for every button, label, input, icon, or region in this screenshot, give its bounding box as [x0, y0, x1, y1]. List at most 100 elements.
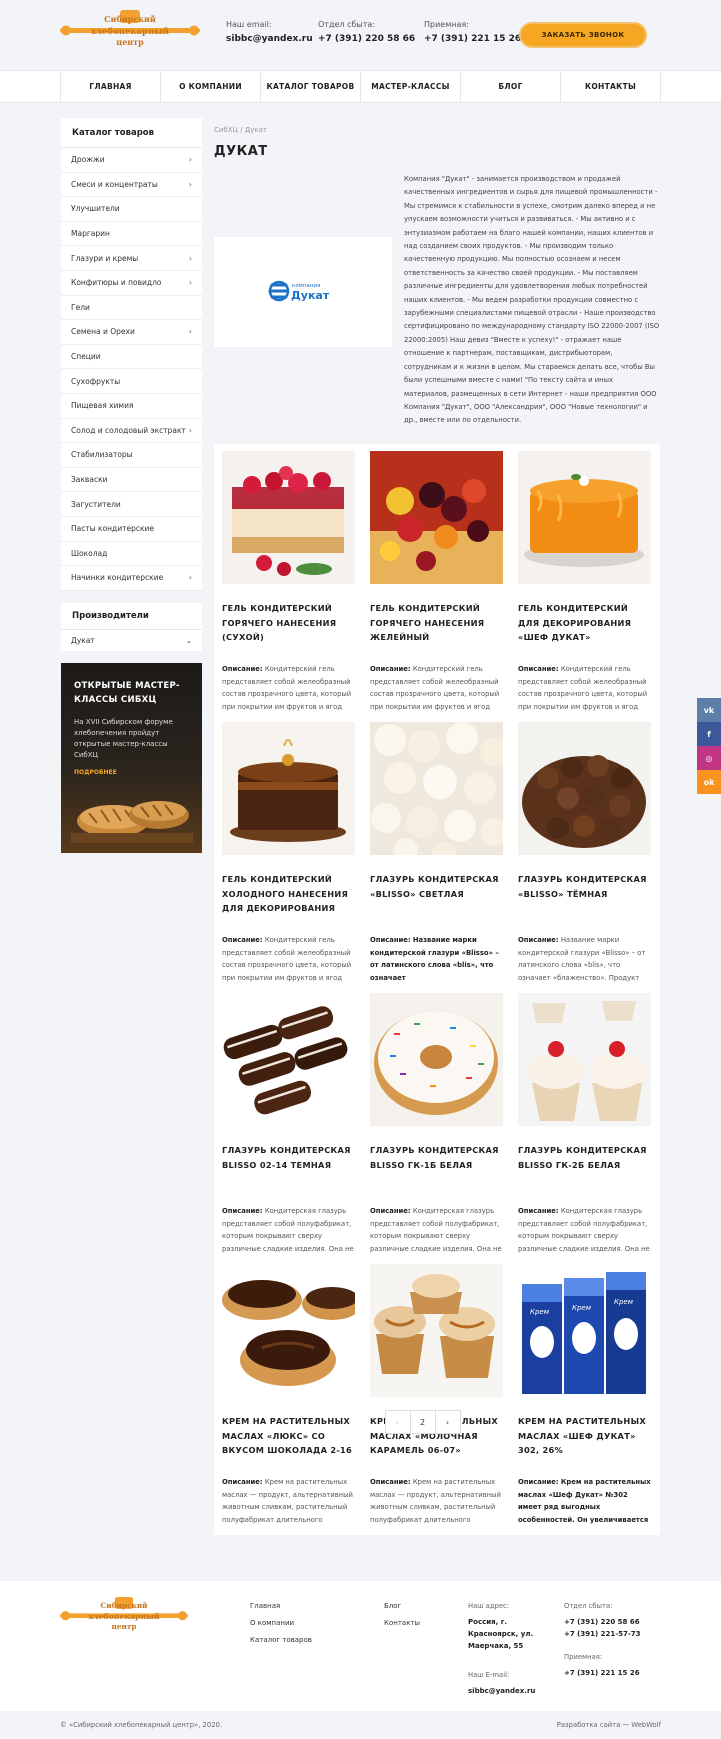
- reception-phone[interactable]: +7 (391) 221 15 26: [424, 34, 521, 44]
- chevron-right-icon: ›: [188, 179, 192, 189]
- footer-link-catalog[interactable]: Каталог товаров: [250, 1636, 312, 1644]
- product-title[interactable]: ГЛАЗУРЬ КОНДИТЕРСКАЯ «BLISSO» СВЕТЛАЯ: [370, 872, 503, 928]
- brand-about: компания Дукат Компания "Дукат" - занима…: [214, 167, 660, 462]
- catalog-item[interactable]: Шоколад: [61, 542, 202, 567]
- master-class-banner[interactable]: ОТКРЫТЫЕ МАСТЕР-КЛАССЫ СИБХЦ На XVII Сиб…: [61, 662, 202, 853]
- product-image[interactable]: [222, 993, 355, 1126]
- product-title[interactable]: ГЛАЗУРЬ КОНДИТЕРСКАЯ «BLISSO» ТЁМНАЯ: [518, 872, 651, 928]
- odnoklassniki-icon[interactable]: ok: [697, 770, 721, 794]
- catalog-item-label: Пасты кондитерские: [71, 524, 155, 534]
- catalog-item[interactable]: Пасты кондитерские: [61, 517, 202, 542]
- chevron-right-icon: ›: [188, 327, 192, 337]
- catalog-item-label: Конфитюры и повидло: [71, 278, 162, 288]
- product-image[interactable]: [518, 993, 651, 1126]
- instagram-icon[interactable]: ◎: [697, 746, 721, 770]
- breadcrumb[interactable]: СибХЦ / Дукат: [214, 126, 660, 134]
- catalog-item[interactable]: Маргарин: [61, 222, 202, 247]
- nav-about[interactable]: О КОМПАНИИ: [161, 71, 261, 102]
- footer-logo[interactable]: Сибирский хлебопекарный центр: [60, 1597, 188, 1639]
- product-image[interactable]: [370, 451, 503, 584]
- description-label: Описание:: [370, 1478, 411, 1486]
- catalog-item[interactable]: Конфитюры и повидло ›: [61, 271, 202, 296]
- product-title[interactable]: ГЕЛЬ КОНДИТЕРСКИЙ ГОРЯЧЕГО НАНЕСЕНИЯ (СУ…: [222, 601, 355, 657]
- next-page-button[interactable]: ›: [434, 1410, 461, 1434]
- product-title[interactable]: ГЕЛЬ КОНДИТЕРСКИЙ ДЛЯ ДЕКОРИРОВАНИЯ «ШЕФ…: [518, 601, 651, 657]
- catalog-item[interactable]: Семена и Орехи ›: [61, 320, 202, 345]
- product-image[interactable]: Крем Крем Крем: [518, 1264, 651, 1397]
- catalog-item[interactable]: Загустители: [61, 492, 202, 517]
- footer-link-contacts[interactable]: Контакты: [384, 1619, 420, 1627]
- catalog-item[interactable]: Солод и солодовый экстракт ›: [61, 419, 202, 444]
- page: Сибирский хлебопекарный центр Наш email:…: [0, 0, 721, 1739]
- footer-link-home[interactable]: Главная: [250, 1602, 312, 1610]
- product-card[interactable]: ГЕЛЬ КОНДИТЕРСКИЙ ГОРЯЧЕГО НАНЕСЕНИЯ ЖЕЛ…: [370, 451, 503, 722]
- sales-phone[interactable]: +7 (391) 220 58 66: [318, 34, 415, 44]
- catalog-item[interactable]: Специи: [61, 345, 202, 370]
- footer: Сибирский хлебопекарный центр Главная О …: [0, 1581, 721, 1711]
- product-image[interactable]: [518, 722, 651, 855]
- product-image[interactable]: [370, 722, 503, 855]
- product-card[interactable]: ГЛАЗУРЬ КОНДИТЕРСКАЯ BLISSO 02-14 ТЕМНАЯ…: [222, 993, 355, 1264]
- manufacturer-select[interactable]: Дукат ⌄: [61, 630, 202, 651]
- prev-page-button[interactable]: ‹: [384, 1410, 411, 1434]
- product-image[interactable]: [518, 451, 651, 584]
- catalog-item[interactable]: Пищевая химия: [61, 394, 202, 419]
- product-description: Описание: Кондитерский гель представляет…: [370, 663, 503, 711]
- bread-image: [71, 800, 193, 843]
- catalog-item[interactable]: Сухофрукты: [61, 369, 202, 394]
- product-image[interactable]: [222, 1264, 355, 1397]
- facebook-icon[interactable]: f: [697, 722, 721, 746]
- product-image[interactable]: [370, 993, 503, 1126]
- product-card[interactable]: КРЕМ НА РАСТИТЕЛЬНЫХ МАСЛАХ «ЛЮКС» СО ВК…: [222, 1264, 355, 1535]
- page-2-button[interactable]: 2: [409, 1410, 436, 1434]
- catalog-item[interactable]: Дрожжи ›: [61, 148, 202, 173]
- footer-link-blog[interactable]: Блог: [384, 1602, 420, 1610]
- product-title[interactable]: ГЛАЗУРЬ КОНДИТЕРСКАЯ BLISSO 02-14 ТЕМНАЯ: [222, 1143, 355, 1199]
- product-grid: ГЕЛЬ КОНДИТЕРСКИЙ ГОРЯЧЕГО НАНЕСЕНИЯ (СУ…: [214, 444, 660, 1535]
- vk-icon[interactable]: vk: [697, 698, 721, 722]
- catalog-item[interactable]: Стабилизаторы: [61, 443, 202, 468]
- email-link[interactable]: sibbc@yandex.ru: [226, 34, 313, 44]
- footer-sales-phone-2[interactable]: +7 (391) 221-57-73: [564, 1628, 641, 1640]
- product-card[interactable]: ГЛАЗУРЬ КОНДИТЕРСКАЯ «BLISSO» ТЁМНАЯ Опис…: [518, 722, 651, 993]
- footer-reception-phone[interactable]: +7 (391) 221 15 26: [564, 1667, 641, 1679]
- product-description: Описание: Название марки кондитерской гл…: [518, 934, 651, 982]
- footer-email-link[interactable]: sibbc@yandex.ru: [468, 1685, 558, 1697]
- product-card[interactable]: ГЛАЗУРЬ КОНДИТЕРСКАЯ «BLISSO» СВЕТЛАЯ Опи…: [370, 722, 503, 993]
- nav-contacts[interactable]: КОНТАКТЫ: [561, 71, 661, 102]
- footer-sales-phone-1[interactable]: +7 (391) 220 58 66: [564, 1616, 641, 1628]
- product-card[interactable]: Крем Крем Крем КРЕМ НА РАСТИТЕЛЬНЫХ МАСЛАХ …: [518, 1264, 651, 1535]
- nav-master-classes[interactable]: МАСТЕР-КЛАССЫ: [361, 71, 461, 102]
- product-image[interactable]: [370, 1264, 503, 1397]
- site-logo[interactable]: Сибирский хлебопекарный центр: [60, 10, 200, 56]
- banner-more-link[interactable]: ПОДРОБНЕЕ: [74, 769, 189, 776]
- chevron-right-icon: ›: [188, 573, 192, 583]
- product-title[interactable]: ГЛАЗУРЬ КОНДИТЕРСКАЯ BLISSO ГК-2Б БЕЛАЯ: [518, 1143, 651, 1199]
- product-title[interactable]: ГЕЛЬ КОНДИТЕРСКИЙ ХОЛОДНОГО НАНЕСЕНИЯ ДЛ…: [222, 872, 355, 928]
- developer-link[interactable]: Разработка сайта — WebWolf: [557, 1721, 661, 1729]
- catalog-item[interactable]: Глазури и кремы ›: [61, 246, 202, 271]
- request-call-button[interactable]: ЗАКАЗАТЬ ЗВОНОК: [519, 22, 647, 48]
- product-card[interactable]: ГЛАЗУРЬ КОНДИТЕРСКАЯ BLISSO ГК-1Б БЕЛАЯ О…: [370, 993, 503, 1264]
- product-image[interactable]: [222, 451, 355, 584]
- nav-blog[interactable]: БЛОГ: [461, 71, 561, 102]
- product-card[interactable]: ГЛАЗУРЬ КОНДИТЕРСКАЯ BLISSO ГК-2Б БЕЛАЯ О…: [518, 993, 651, 1264]
- svg-text:центр: центр: [116, 37, 144, 47]
- catalog-item[interactable]: Закваски: [61, 468, 202, 493]
- product-title[interactable]: ГЛАЗУРЬ КОНДИТЕРСКАЯ BLISSO ГК-1Б БЕЛАЯ: [370, 1143, 503, 1199]
- catalog-item-label: Пищевая химия: [71, 401, 134, 411]
- catalog-item[interactable]: Начинки кондитерские ›: [61, 566, 202, 591]
- description-label: Описание:: [370, 936, 411, 944]
- product-card[interactable]: ГЕЛЬ КОНДИТЕРСКИЙ ГОРЯЧЕГО НАНЕСЕНИЯ (СУ…: [222, 451, 355, 722]
- product-image[interactable]: [222, 722, 355, 855]
- catalog-item[interactable]: Улучшители: [61, 197, 202, 222]
- product-card[interactable]: ГЕЛЬ КОНДИТЕРСКИЙ ХОЛОДНОГО НАНЕСЕНИЯ ДЛ…: [222, 722, 355, 993]
- product-card[interactable]: КРЕМ НА РАСТИТЕЛЬНЫХ МАСЛАХ «МОЛОЧНАЯ КА…: [370, 1264, 503, 1535]
- product-card[interactable]: ГЕЛЬ КОНДИТЕРСКИЙ ДЛЯ ДЕКОРИРОВАНИЯ «ШЕФ…: [518, 451, 651, 722]
- nav-home[interactable]: ГЛАВНАЯ: [60, 71, 161, 102]
- catalog-item[interactable]: Гели: [61, 296, 202, 321]
- catalog-item[interactable]: Смеси и концентраты ›: [61, 173, 202, 198]
- footer-link-about[interactable]: О компании: [250, 1619, 312, 1627]
- product-title[interactable]: ГЕЛЬ КОНДИТЕРСКИЙ ГОРЯЧЕГО НАНЕСЕНИЯ ЖЕЛ…: [370, 601, 503, 657]
- nav-catalog[interactable]: КАТАЛОГ ТОВАРОВ: [261, 71, 361, 102]
